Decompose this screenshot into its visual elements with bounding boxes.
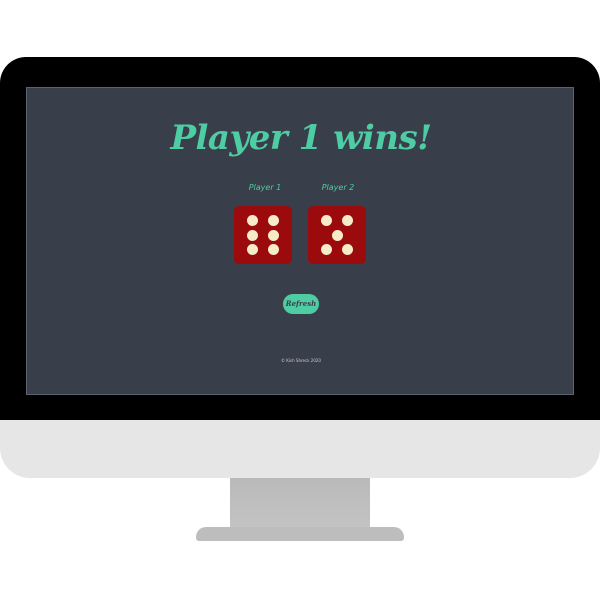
- monitor-illustration: Player 1 wins! Player 1 Player 2 Refresh…: [0, 0, 600, 600]
- player-1-label: Player 1: [248, 183, 282, 192]
- player-2-label: Player 2: [321, 183, 355, 192]
- die-pip: [268, 244, 279, 255]
- player-2-die: [308, 206, 366, 264]
- player-1-die: [234, 206, 292, 264]
- result-title: Player 1 wins!: [170, 118, 432, 158]
- die-pip: [247, 215, 258, 226]
- die-pip: [247, 244, 258, 255]
- die-pip: [247, 230, 258, 241]
- die-pip: [321, 244, 332, 255]
- refresh-button[interactable]: Refresh: [283, 294, 319, 314]
- die-pip: [332, 230, 343, 241]
- footer-copyright: © Kish Shreck 2020: [281, 358, 321, 363]
- die-pip: [342, 215, 353, 226]
- die-pip: [321, 215, 332, 226]
- monitor-chin: [0, 420, 600, 478]
- die-pip: [342, 244, 353, 255]
- die-pip: [268, 215, 279, 226]
- monitor-screen: Player 1 wins! Player 1 Player 2 Refresh…: [26, 87, 574, 395]
- monitor-stand-neck: [230, 478, 370, 530]
- monitor-stand-base: [196, 527, 404, 541]
- die-pip: [268, 230, 279, 241]
